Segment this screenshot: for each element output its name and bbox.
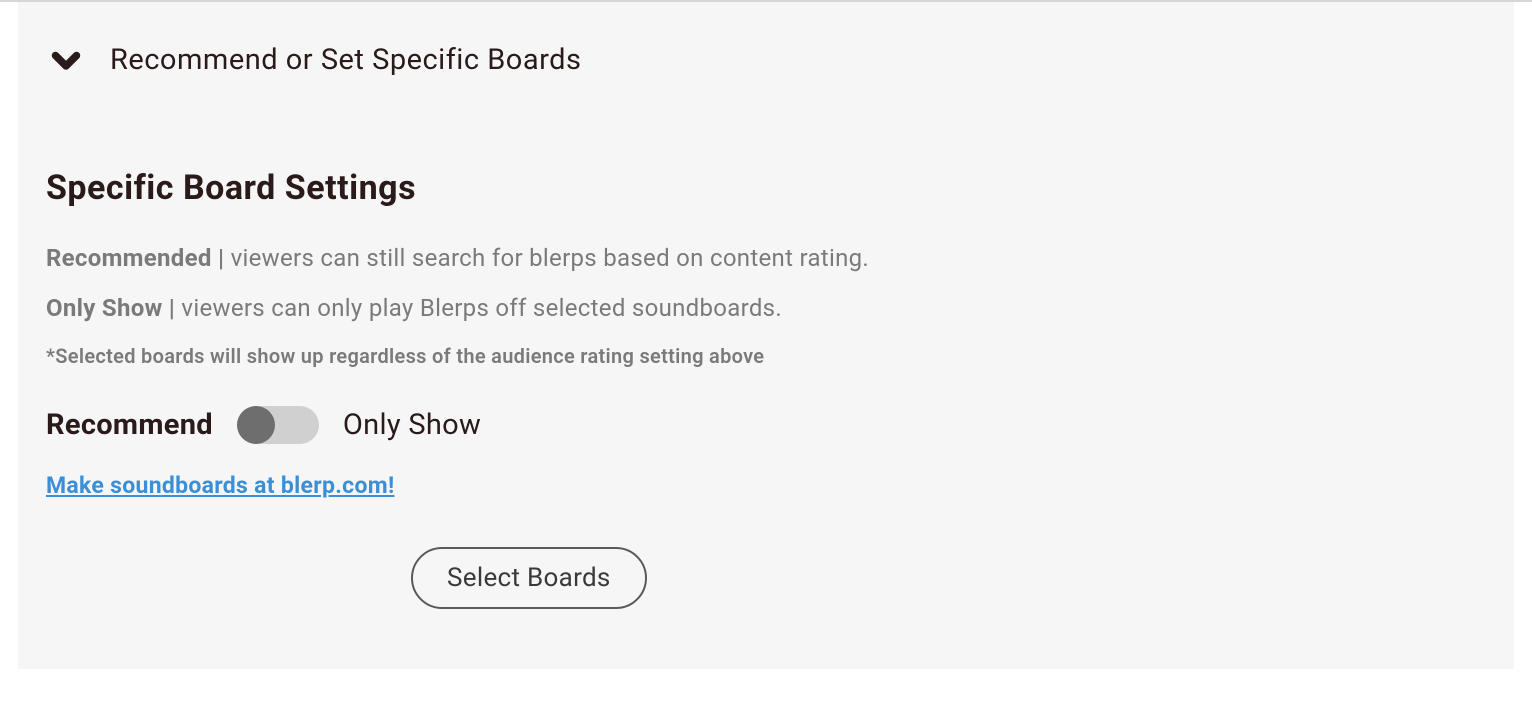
settings-note: *Selected boards will show up regardless…: [46, 344, 1486, 368]
toggle-knob: [237, 406, 275, 444]
recommended-desc-text: viewers can still search for blerps base…: [231, 244, 870, 272]
toggle-label-recommend: Recommend: [46, 408, 213, 442]
pipe-separator: |: [169, 294, 175, 322]
recommended-description: Recommended | viewers can still search f…: [46, 244, 1486, 272]
make-soundboards-link[interactable]: Make soundboards at blerp.com!: [46, 472, 394, 499]
chevron-down-icon: [46, 40, 86, 80]
onlyshow-label: Only Show: [46, 294, 163, 322]
header-title: Recommend or Set Specific Boards: [110, 43, 582, 77]
button-wrap: Select Boards: [46, 547, 1486, 609]
section-title: Specific Board Settings: [46, 168, 1486, 208]
toggle-row: Recommend Only Show: [46, 406, 1486, 444]
settings-panel: Recommend or Set Specific Boards Specifi…: [18, 2, 1514, 669]
toggle-label-onlyshow: Only Show: [343, 408, 481, 442]
select-boards-button[interactable]: Select Boards: [411, 547, 647, 609]
onlyshow-desc-text: viewers can only play Blerps off selecte…: [181, 294, 782, 322]
onlyshow-description: Only Show | viewers can only play Blerps…: [46, 294, 1486, 322]
collapsible-header[interactable]: Recommend or Set Specific Boards: [46, 40, 1486, 80]
recommend-onlyshow-toggle[interactable]: [237, 406, 319, 444]
pipe-separator: |: [218, 244, 224, 272]
recommended-label: Recommended: [46, 244, 212, 272]
